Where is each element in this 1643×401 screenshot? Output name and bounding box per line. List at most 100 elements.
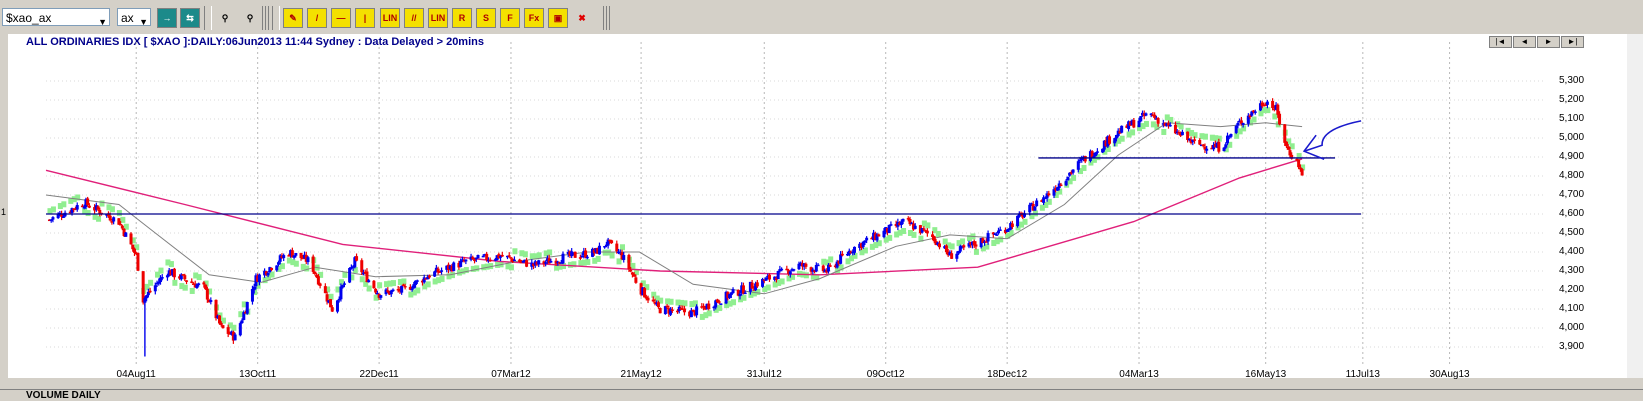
price-candle (120, 225, 124, 229)
band-mark (196, 274, 202, 281)
band-mark (1071, 174, 1077, 181)
annotation-arrow (1303, 120, 1362, 152)
price-candle (129, 233, 133, 245)
price-candle (323, 286, 327, 294)
price-candle (209, 300, 213, 302)
price-candle (190, 281, 194, 283)
price-candle (226, 327, 230, 334)
price-candle (384, 289, 388, 295)
x-tick-label: 31Jul12 (746, 369, 782, 380)
price-candle (485, 253, 489, 261)
price-candle (1033, 206, 1037, 211)
band-mark (1130, 129, 1136, 136)
price-candle (185, 280, 189, 282)
price-candle (743, 292, 747, 295)
price-candle (1229, 134, 1233, 137)
band-mark (415, 287, 421, 294)
price-candle (1253, 111, 1257, 113)
band-mark (779, 278, 785, 285)
price-candle (1297, 159, 1301, 168)
band-mark (949, 243, 955, 250)
band-mark (901, 228, 907, 235)
price-candle (889, 224, 893, 226)
price-candle (476, 254, 480, 259)
price-candle (932, 236, 936, 242)
price-candle (750, 282, 754, 289)
price-candle (1278, 113, 1282, 125)
price-candle (108, 215, 112, 221)
price-candle (925, 230, 929, 234)
price-candle (172, 268, 176, 278)
price-candle (427, 275, 431, 278)
band-mark (620, 244, 626, 251)
price-candle (717, 301, 721, 303)
price-candle (141, 271, 145, 303)
price-candle (473, 259, 477, 261)
price-candle (240, 320, 244, 324)
band-mark (439, 275, 445, 282)
price-candle (119, 223, 123, 226)
band-mark (765, 284, 771, 291)
price-candle (547, 258, 551, 264)
price-candle (471, 257, 475, 260)
y-tick-label: 4,500 (1559, 227, 1585, 238)
y-tick-label: 4,100 (1559, 303, 1585, 314)
price-candle (1248, 115, 1252, 118)
band-mark (536, 252, 542, 259)
price-candle (306, 257, 310, 262)
price-candle (294, 253, 298, 256)
price-candle (204, 284, 208, 290)
price-candle (145, 295, 149, 299)
price-candle (440, 270, 444, 272)
price-candle (512, 259, 516, 262)
price-candle (695, 306, 699, 316)
price-candle (682, 308, 686, 313)
y-tick-label: 5,100 (1559, 113, 1585, 124)
price-candle (124, 232, 128, 237)
price-chart (45, 42, 1545, 366)
band-mark (401, 278, 407, 285)
price-candle (221, 325, 225, 329)
band-mark (328, 293, 334, 300)
price-candle (658, 307, 662, 314)
price-candle (311, 256, 315, 272)
price-candle (580, 255, 584, 258)
price-candle (1205, 148, 1209, 151)
price-candle (507, 255, 511, 257)
price-candle (49, 219, 53, 221)
price-candle (585, 256, 589, 259)
price-candle (603, 246, 607, 248)
price-candle (1300, 169, 1304, 176)
price-candle (339, 286, 343, 300)
band-mark (960, 238, 966, 245)
price-candle (1071, 169, 1075, 173)
price-candle (731, 289, 735, 294)
price-candle (148, 290, 152, 293)
band-mark (342, 271, 348, 278)
price-candle (689, 310, 693, 318)
price-candle (219, 322, 223, 325)
price-candle (342, 283, 346, 285)
price-candle (816, 264, 820, 267)
price-candle (955, 253, 959, 259)
y-tick-label: 4,000 (1559, 322, 1585, 333)
price-candle (1241, 122, 1245, 125)
price-candle (1250, 111, 1254, 116)
price-candle (863, 240, 867, 243)
price-candle (131, 244, 135, 250)
band-mark (377, 282, 383, 289)
price-candle (389, 290, 393, 295)
price-candle (521, 260, 525, 263)
band-mark (741, 294, 747, 301)
price-candle (1276, 104, 1280, 115)
y-tick-label: 4,300 (1559, 265, 1585, 276)
price-candle (1016, 215, 1020, 227)
band-mark (547, 249, 553, 256)
price-candle (238, 323, 242, 336)
price-candle (922, 228, 926, 230)
price-candle (329, 299, 333, 308)
volume-label: VOLUME DAILY (26, 390, 101, 401)
price-candle (318, 283, 322, 286)
price-candle (1047, 193, 1051, 196)
band-mark (828, 256, 834, 263)
